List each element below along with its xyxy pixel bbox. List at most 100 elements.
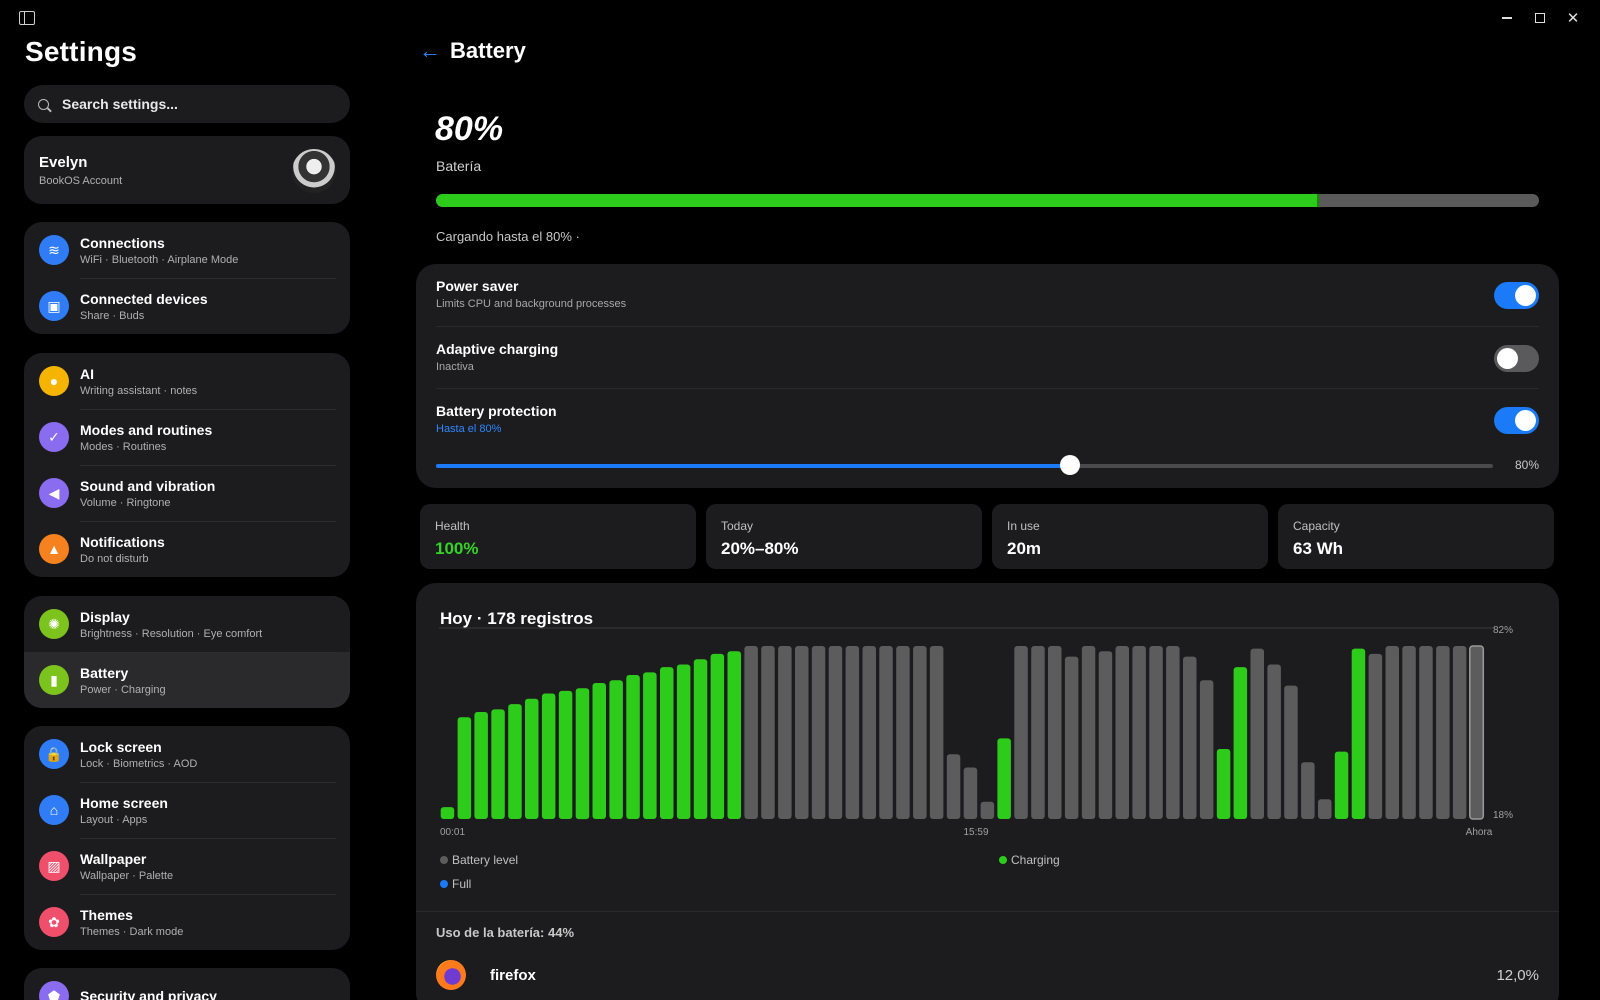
chart-bar (1183, 656, 1197, 819)
protection-slider[interactable] (436, 455, 1493, 475)
chart-bar (727, 651, 741, 819)
sidebar-item-sub: Writing assistant · notes (80, 384, 198, 397)
power-saver-row[interactable]: Power saver Limits CPU and background pr… (436, 264, 1539, 326)
sidebar-toggle-icon[interactable] (19, 11, 35, 25)
slider-handle[interactable] (1060, 455, 1081, 475)
sidebar-item-label: Home screen (80, 794, 168, 811)
sidebar-item-text: Battery Power · Charging (80, 665, 166, 696)
lightbulb-icon: ● (39, 366, 69, 396)
power-saver-label: Power saver (436, 278, 519, 294)
sidebar-item-battery[interactable]: ▮ Battery Power · Charging (24, 652, 350, 708)
chart-bar (946, 754, 961, 819)
chart-bar (474, 712, 488, 819)
chart-bar (1419, 646, 1433, 819)
sidebar-group: 🔒 Lock screen Lock · Biometrics · AOD ⌂ Home… (24, 726, 350, 950)
chart-bar (1048, 646, 1062, 819)
sidebar-item-connections[interactable]: ≋ Connections WiFi · Bluetooth · Airplane … (24, 222, 350, 278)
sidebar-item-label: Sound and vibration (80, 477, 216, 494)
chart-bar (1233, 667, 1248, 819)
speaker-icon: ◀ (39, 478, 69, 508)
chart-bar (626, 675, 640, 819)
chart-bar (660, 667, 674, 819)
stat-label: In use (1007, 519, 1040, 533)
power-saver-switch[interactable] (1494, 282, 1539, 309)
chart-bar (1014, 646, 1028, 819)
chart-bar (491, 709, 505, 819)
chart-bar (710, 653, 725, 819)
chart-bar (828, 646, 843, 819)
adaptive-charging-row[interactable]: Adaptive charging Inactiva (436, 326, 1539, 388)
battery-protection-row[interactable]: Battery protection Hasta el 80% (436, 388, 1539, 450)
sidebar-item-text: Sound and vibration Volume · Ringtone (80, 478, 215, 509)
sidebar-item-sub: Wallpaper · Palette (80, 869, 174, 882)
back-arrow-icon[interactable]: ← (419, 38, 441, 64)
sidebar-item-text: Themes Themes · Dark mode (80, 907, 183, 938)
app-percent: 12,0% (1496, 966, 1539, 984)
minimize-icon[interactable] (1495, 8, 1519, 28)
chart-bar (1081, 646, 1096, 819)
sidebar-item-lock-screen[interactable]: 🔒 Lock screen Lock · Biometrics · AOD (24, 726, 350, 782)
stat-value: 20m (1007, 539, 1042, 558)
sidebar-item-label: Modes and routines (80, 421, 213, 438)
search-box[interactable] (24, 85, 350, 123)
legend-dot (440, 880, 448, 888)
sidebar-item-display[interactable]: ✺ Display Brightness · Resolution · Eye co… (24, 596, 350, 652)
switch-knob (1497, 348, 1518, 369)
close-icon[interactable]: ✕ (1561, 8, 1585, 28)
stat-value: 63 Wh (1293, 539, 1344, 558)
battery-protection-switch[interactable] (1494, 407, 1539, 434)
account-card[interactable]: Evelyn BookOS Account (24, 136, 350, 204)
sidebar-item-text: Wallpaper Wallpaper · Palette (80, 851, 173, 882)
chart-bar (1301, 762, 1315, 819)
chart-bar (558, 690, 573, 819)
chart-bar (862, 646, 876, 819)
sidebar-item-text: Display Brightness · Resolution · Eye com… (80, 609, 262, 640)
legend-full: Full (440, 877, 471, 891)
settings-window: ✕ Settings Evelyn BookOS Account ≋ Connec… (0, 0, 1600, 1000)
sidebar-item-home-screen[interactable]: ⌂ Home screen Layout · Apps (24, 782, 350, 838)
chart-bar (1469, 645, 1485, 820)
stat-label: Today (721, 519, 754, 533)
sidebar-group: ≋ Connections WiFi · Bluetooth · Airplane … (24, 222, 350, 334)
chart-bar (1098, 651, 1113, 819)
sidebar-item-sub: WiFi · Bluetooth · Airplane Mode (80, 253, 239, 266)
sidebar-item-sub: Do not disturb (80, 552, 149, 565)
search-input[interactable] (62, 96, 322, 112)
toggle-card: Power saver Limits CPU and background pr… (416, 264, 1559, 488)
chart-bar (676, 664, 691, 819)
sidebar-item-modes-and-routines[interactable]: ✓ Modes and routines Modes · Routines (24, 409, 350, 465)
chart-bar (457, 717, 472, 819)
sidebar-item-text: Lock screen Lock · Biometrics · AOD (80, 739, 197, 770)
legend-battery-level: Battery level (440, 853, 518, 867)
chart-bar (1031, 646, 1045, 819)
app-usage-row[interactable]: firefox 12,0% (436, 955, 1539, 995)
chart-bar (1199, 680, 1214, 819)
sidebar-item-sub: Modes · Routines (80, 440, 167, 453)
sidebar-item-connected-devices[interactable]: ▣ Connected devices Share · Buds (24, 278, 350, 334)
sidebar-item-label: Connections (80, 234, 165, 251)
sidebar-item-wallpaper[interactable]: ▨ Wallpaper Wallpaper · Palette (24, 838, 350, 894)
sidebar-item-notifications[interactable]: ▲ Notifications Do not disturb (24, 521, 350, 577)
sidebar-item-sound-and-vibration[interactable]: ◀ Sound and vibration Volume · Ringtone (24, 465, 350, 521)
chart-bar (929, 646, 944, 819)
chart-bar (1436, 646, 1450, 819)
sidebar-item-security-and-privacy[interactable]: ⬟ Security and privacy (24, 968, 350, 1000)
chart-bar (525, 698, 539, 819)
sidebar-item-themes[interactable]: ✿ Themes Themes · Dark mode (24, 894, 350, 950)
adaptive-charging-switch[interactable] (1494, 345, 1539, 372)
chart-bar (1334, 751, 1349, 819)
maximize-icon[interactable] (1528, 8, 1552, 28)
app-name: firefox (490, 966, 536, 984)
chart-bar (845, 646, 860, 819)
chart-bar (1452, 646, 1467, 819)
chart-bar (980, 801, 995, 819)
chart-bar (575, 688, 590, 820)
chart-bar (609, 680, 623, 819)
battery-protection-sub: Hasta el 80% (436, 423, 502, 435)
sidebar-group: ⬟ Security and privacy (24, 968, 350, 1000)
chart-bar (643, 672, 657, 819)
firefox-icon (436, 960, 466, 990)
sidebar-item-ai[interactable]: ● AI Writing assistant · notes (24, 353, 350, 409)
x-tick-label: 15:59 (963, 827, 988, 838)
slider-value: 80% (1514, 458, 1539, 472)
